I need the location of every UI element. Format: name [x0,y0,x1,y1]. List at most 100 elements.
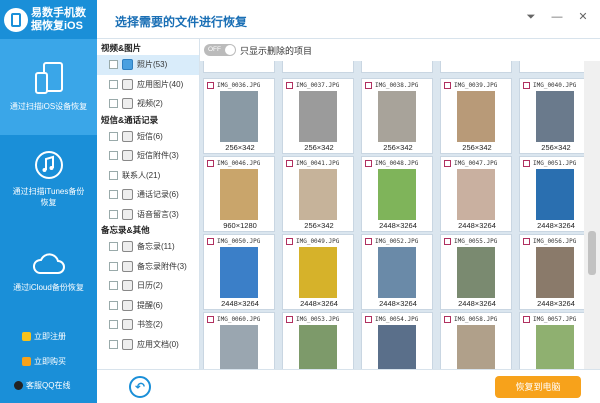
photo-tile[interactable]: IMG_0054.JPG [361,312,433,369]
checkbox[interactable] [109,79,118,89]
photo-checkbox[interactable] [365,315,372,323]
minimize-button[interactable]: — [550,10,564,24]
photo-checkbox[interactable] [365,237,372,245]
category-notes-count: (11) [161,242,175,252]
vertical-scrollbar[interactable] [584,61,600,369]
category-sms-attachments[interactable]: 短信附件 (3) [97,146,199,166]
photo-tile[interactable]: IMG_0048.JPG 2448×3264 [361,156,433,232]
category-reminders[interactable]: 提醒 (6) [97,296,199,316]
category-notes-attachments[interactable]: 备忘录附件 (3) [97,257,199,277]
photo-checkbox[interactable] [523,315,530,323]
category-videos[interactable]: 视频 (2) [97,94,199,114]
photo-checkbox[interactable] [444,159,451,167]
category-app-docs[interactable]: 应用文档 (0) [97,335,199,355]
checkbox[interactable] [109,209,118,219]
photo-tile[interactable]: IMG_0040.JPG 256×342 [519,78,584,154]
photo-checkbox[interactable] [207,237,214,245]
photo-tile[interactable]: IMG_0052.JPG 2448×3264 [361,234,433,310]
photo-thumbnail [220,325,258,369]
checkbox[interactable] [109,60,118,70]
recover-to-computer-button[interactable]: 恢复到电脑 [495,376,581,398]
back-button[interactable]: ↶ [129,376,151,398]
checkbox[interactable] [109,170,118,180]
close-button[interactable]: ✕ [576,10,590,24]
nav-scan-itunes-backup[interactable]: 通过扫描iTunes备份 恢复 [0,140,97,232]
filter-bar: OFF 只显示删除的项目 [200,39,584,61]
sidebar: 易数手机数 据恢复iOS 通过扫描iOS设备恢复 通过扫描iTunes备份 恢复… [0,0,97,403]
photo-checkbox[interactable] [365,159,372,167]
photo-tile[interactable]: 256×342 [519,61,584,73]
phone-icon [122,189,133,201]
photo-tile[interactable]: IMG_0055.JPG 2448×3264 [440,234,512,310]
photo-tile[interactable]: IMG_0041.JPG 256×342 [282,156,354,232]
checkbox[interactable] [109,300,118,310]
deleted-only-toggle[interactable]: OFF [204,44,236,56]
category-call-log[interactable]: 通话记录 (6) [97,185,199,205]
category-contacts-label: 联系人 [122,170,146,180]
photo-filename: IMG_0040.JPG [533,81,577,89]
photo-tile[interactable]: IMG_0058.JPG [440,312,512,369]
checkbox[interactable] [109,131,118,141]
photo-checkbox[interactable] [286,237,293,245]
category-sms-attachments-label: 短信附件 [137,151,169,161]
photo-tile[interactable]: 256×342 [282,61,354,73]
category-photos[interactable]: 照片 (53) [97,55,199,75]
category-contacts[interactable]: 联系人 (21) [97,166,199,186]
buy-link[interactable]: 立即购买 [22,356,66,367]
photo-checkbox[interactable] [207,315,214,323]
photo-checkbox[interactable] [286,315,293,323]
photo-checkbox[interactable] [207,81,214,89]
photo-checkbox[interactable] [286,81,293,89]
photo-tile[interactable]: IMG_0038.JPG 256×342 [361,78,433,154]
photo-checkbox[interactable] [523,159,530,167]
menu-dropdown-icon[interactable]: ⏷ [524,10,538,24]
qq-service-link[interactable]: 客服QQ在线 [14,380,70,391]
checkbox[interactable] [109,151,118,161]
category-app-photos[interactable]: 应用图片 (40) [97,75,199,95]
category-sms[interactable]: 短信 (6) [97,127,199,147]
scrollbar-thumb[interactable] [588,231,596,275]
nav-scan-ios-device[interactable]: 通过扫描iOS设备恢复 [0,39,97,135]
photo-tile[interactable]: 256×342 [203,61,275,73]
photo-checkbox[interactable] [523,237,530,245]
checkbox[interactable] [109,242,118,252]
nav-scan-itunes-label-2: 恢复 [40,198,57,207]
photo-tile[interactable]: IMG_0047.JPG 2448×3264 [440,156,512,232]
register-link[interactable]: 立即注册 [22,331,66,342]
category-voicemail[interactable]: 语音留言 (3) [97,205,199,225]
nav-icloud-backup[interactable]: 通过iCloud备份恢复 [0,244,97,314]
photo-tile[interactable]: 256×342 [440,61,512,73]
category-bookmarks[interactable]: 书签 (2) [97,315,199,335]
checkbox[interactable] [109,261,118,271]
photo-checkbox[interactable] [207,159,214,167]
photo-checkbox[interactable] [444,237,451,245]
category-sms-label: 短信 [137,131,153,141]
photo-tile[interactable]: IMG_0060.JPG [203,312,275,369]
category-bookmarks-label: 书签 [137,320,153,330]
category-notes[interactable]: 备忘录 (11) [97,237,199,257]
photo-filename: IMG_0039.JPG [454,81,498,89]
photo-tile[interactable]: IMG_0057.JPG [519,312,584,369]
photo-tile[interactable]: IMG_0037.JPG 256×342 [282,78,354,154]
photo-checkbox[interactable] [523,81,530,89]
lock-icon [22,332,31,341]
photo-tile[interactable]: IMG_0053.JPG [282,312,354,369]
checkbox[interactable] [109,190,118,200]
photo-tile[interactable]: IMG_0049.JPG 2448×3264 [282,234,354,310]
checkbox[interactable] [109,99,118,109]
checkbox[interactable] [109,339,118,349]
photo-tile[interactable]: IMG_0046.JPG 960×1280 [203,156,275,232]
photo-checkbox[interactable] [365,81,372,89]
photo-tile[interactable]: IMG_0036.JPG 256×342 [203,78,275,154]
photo-checkbox[interactable] [286,159,293,167]
photo-tile[interactable]: IMG_0051.JPG 2448×3264 [519,156,584,232]
checkbox[interactable] [109,281,118,291]
photo-tile[interactable]: 256×342 [361,61,433,73]
category-calendar[interactable]: 日历 (2) [97,276,199,296]
photo-tile[interactable]: IMG_0056.JPG 2448×3264 [519,234,584,310]
checkbox[interactable] [109,320,118,330]
photo-tile[interactable]: IMG_0050.JPG 2448×3264 [203,234,275,310]
photo-tile[interactable]: IMG_0039.JPG 256×342 [440,78,512,154]
photo-checkbox[interactable] [444,81,451,89]
photo-checkbox[interactable] [444,315,451,323]
